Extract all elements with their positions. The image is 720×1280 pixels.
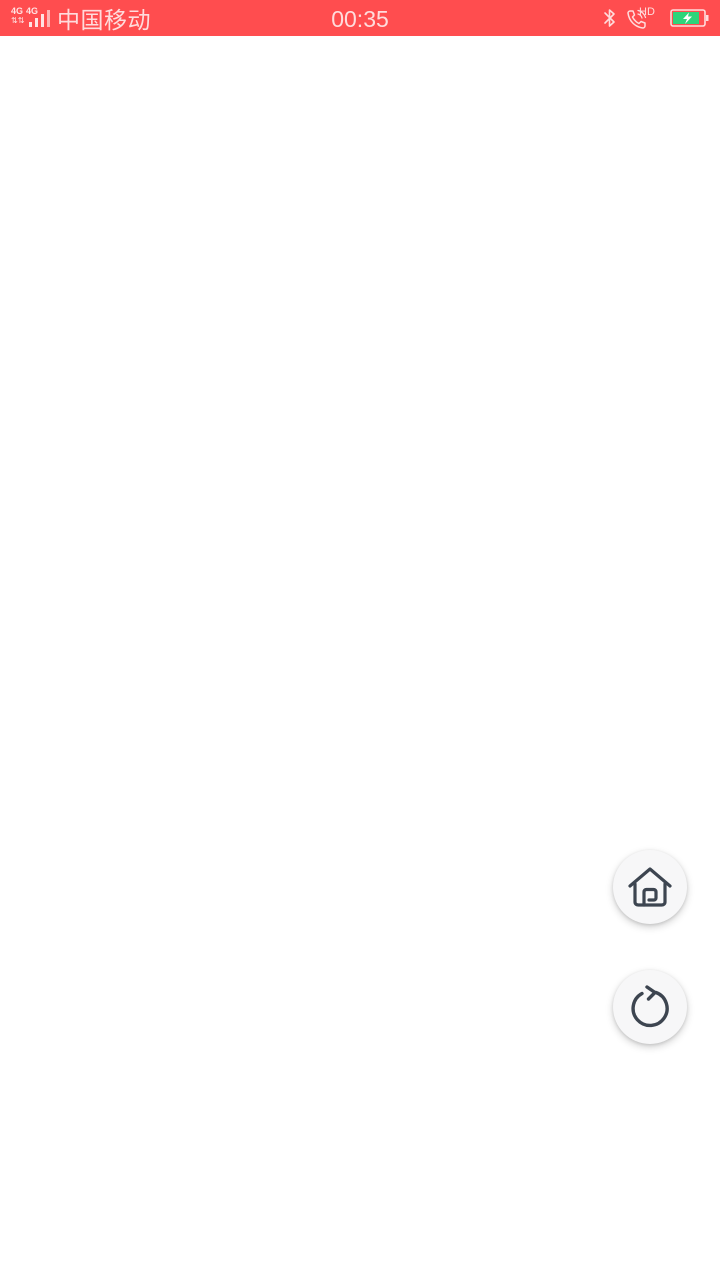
refresh-button[interactable] xyxy=(613,970,687,1044)
hd-call-icon: HD xyxy=(626,6,658,30)
network-indicator: 4G 4G ⇅⇅ xyxy=(10,0,54,36)
data-arrows-icon: ⇅⇅ xyxy=(11,16,25,25)
refresh-icon xyxy=(631,985,669,1028)
status-bar: 4G 4G ⇅⇅ 中国移动 00:35 HD xyxy=(0,0,720,36)
screen: 4G 4G ⇅⇅ 中国移动 00:35 HD xyxy=(0,0,720,1280)
battery-charging-icon xyxy=(670,8,710,28)
bluetooth-icon xyxy=(602,7,618,29)
home-icon xyxy=(628,867,672,907)
signal-icon xyxy=(29,10,50,27)
network-type-label-1: 4G xyxy=(11,6,24,16)
status-left: 4G 4G ⇅⇅ 中国移动 xyxy=(10,0,151,36)
carrier-name: 中国移动 xyxy=(57,8,151,34)
hd-label: HD xyxy=(639,6,655,18)
status-right: HD xyxy=(594,0,710,36)
home-button[interactable] xyxy=(613,850,687,924)
